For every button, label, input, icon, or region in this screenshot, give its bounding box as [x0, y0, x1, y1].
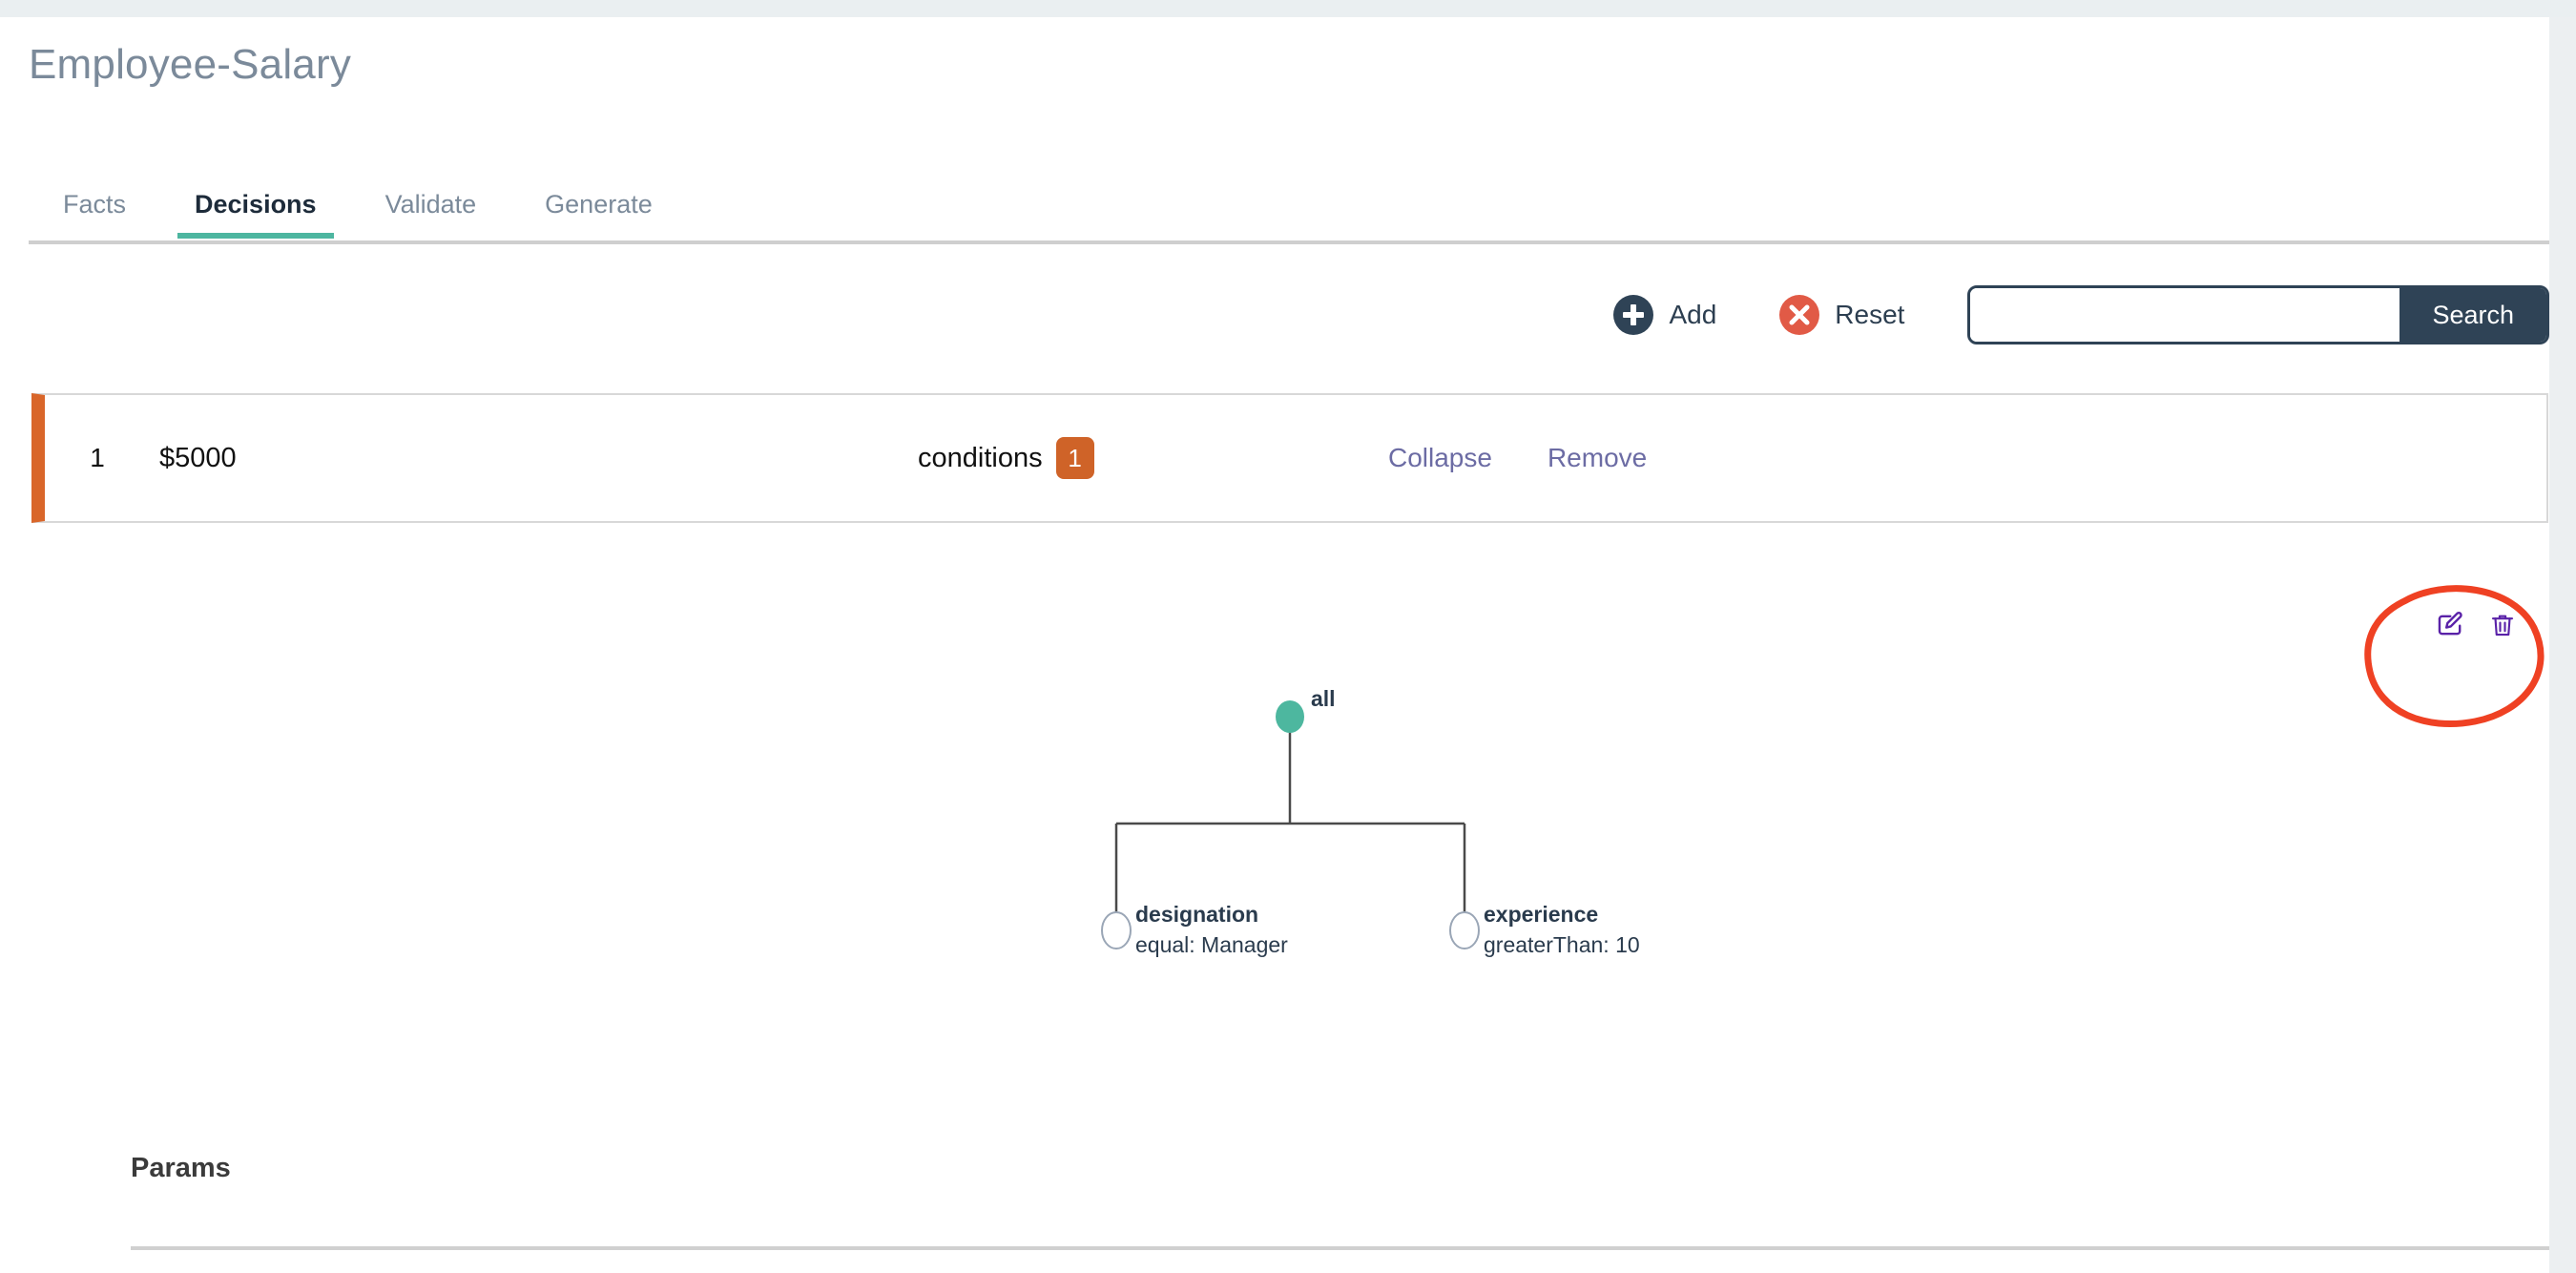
collapse-link[interactable]: Collapse [1388, 443, 1492, 473]
params-heading: Params [131, 1153, 231, 1183]
search-input[interactable] [1970, 288, 2400, 342]
tree-links [1114, 730, 1466, 930]
params-divider [131, 1246, 2549, 1250]
page-root: Employee-Salary Facts Decisions Validate… [0, 17, 2549, 1273]
tree-child-node-experience[interactable] [1449, 911, 1480, 950]
tab-bar-divider [29, 240, 2549, 244]
tab-bar: Facts Decisions Validate Generate [29, 162, 687, 239]
tree-child-name-designation: designation [1135, 902, 1258, 927]
search-group: Search [1967, 285, 2549, 344]
trash-icon[interactable] [2488, 609, 2517, 641]
page-title: Employee-Salary [29, 41, 352, 88]
conditions-label: conditions [918, 442, 1043, 473]
tree-root-label: all [1311, 686, 1336, 711]
decision-row-conditions: conditions 1 [918, 437, 1094, 479]
decision-row[interactable]: 1 $5000 conditions 1 Collapse Remove [31, 393, 2548, 523]
tab-validate[interactable]: Validate [351, 192, 511, 239]
condition-tree: all designation equal: Manager experienc… [1030, 647, 1813, 1010]
top-chrome-strip [0, 0, 2576, 17]
decision-row-index: 1 [90, 443, 105, 472]
tab-facts[interactable]: Facts [29, 192, 160, 239]
edit-pencil-icon[interactable] [2435, 609, 2467, 641]
decision-row-value: $5000 [159, 442, 237, 473]
reset-button-label: Reset [1835, 300, 1905, 329]
tab-generate[interactable]: Generate [510, 192, 687, 239]
tree-child-name-experience: experience [1484, 902, 1598, 927]
tree-root-node[interactable] [1276, 700, 1304, 733]
reset-button[interactable]: Reset [1779, 295, 1904, 335]
plus-circle-icon [1613, 295, 1654, 335]
condition-node-actions [2435, 609, 2517, 641]
remove-link[interactable]: Remove [1548, 443, 1647, 473]
tab-decisions[interactable]: Decisions [160, 192, 351, 239]
right-gutter [2549, 17, 2576, 1273]
tree-child-condition-designation: equal: Manager [1135, 932, 1288, 957]
tree-child-node-designation[interactable] [1101, 911, 1132, 950]
x-circle-icon [1779, 295, 1820, 335]
add-button-label: Add [1669, 300, 1717, 329]
decision-row-actions: Collapse Remove [1388, 443, 1647, 473]
toolbar: Add Reset Search [1613, 277, 2549, 353]
search-button[interactable]: Search [2399, 288, 2546, 342]
tree-child-condition-experience: greaterThan: 10 [1484, 932, 1640, 957]
add-button[interactable]: Add [1613, 295, 1716, 335]
conditions-count-badge: 1 [1055, 437, 1094, 479]
